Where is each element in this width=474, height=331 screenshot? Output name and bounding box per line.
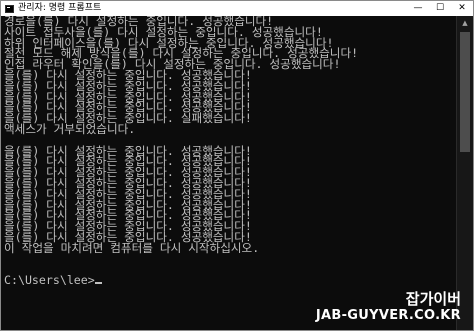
prompt-path: C:\Users\lee>: [4, 273, 95, 288]
scroll-up-arrow-icon[interactable]: ▲: [457, 16, 473, 30]
title-bar[interactable]: 관리자: 명령 프롬프트 — ☐ ✕: [1, 1, 473, 16]
console-output[interactable]: 경로을(를) 다시 설정하는 중입니다. 성공했습니다! 사이트 접두사을(를)…: [4, 16, 450, 330]
console-line: 액세스가 거부되었습니다.: [4, 121, 136, 136]
cmd-icon: [5, 4, 14, 13]
scroll-thumb[interactable]: [460, 32, 470, 152]
watermark-brand: 잡가이버: [405, 290, 461, 308]
watermark: 잡가이버 JAB-GUYVER.CO.KR: [316, 290, 461, 324]
close-button[interactable]: ✕: [451, 1, 473, 16]
command-prompt-window: 관리자: 명령 프롬프트 — ☐ ✕ 경로을(를) 다시 설정하는 중입니다. …: [0, 0, 474, 331]
text-cursor: [94, 282, 102, 285]
command-prompt-line[interactable]: C:\Users\lee>: [4, 273, 450, 288]
watermark-domain: JAB-GUYVER.CO.KR: [315, 308, 461, 323]
window-controls: — ☐ ✕: [407, 1, 473, 16]
window-title: 관리자: 명령 프롬프트: [18, 3, 102, 13]
maximize-button[interactable]: ☐: [429, 1, 451, 16]
minimize-button[interactable]: —: [407, 1, 429, 16]
vertical-scrollbar[interactable]: ▲: [456, 16, 473, 330]
console-line: 이 작업을 마치려면 컴퓨터를 다시 시작하십시오.: [4, 240, 260, 255]
